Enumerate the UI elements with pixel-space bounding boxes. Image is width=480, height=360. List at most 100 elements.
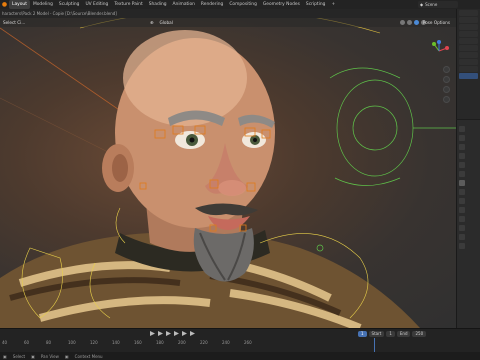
prev-keyframe-icon[interactable] [158,331,163,336]
particles-icon[interactable] [459,198,465,204]
outliner-row-selected[interactable] [459,73,478,79]
orientation-label: Global [159,20,173,25]
start-frame-field[interactable]: 1 [386,330,395,337]
properties-tabs [459,126,465,249]
jump-end-icon[interactable] [190,331,195,336]
outliner-row[interactable] [459,52,478,58]
play-reverse-icon[interactable] [166,331,171,336]
material-icon[interactable] [459,243,465,249]
blender-logo-icon[interactable]: ● [0,0,9,9]
ruler-tick: 220 [200,340,208,345]
data-icon[interactable] [459,225,465,231]
material-shading-icon[interactable] [414,20,419,25]
solid-shading-icon[interactable] [407,20,412,25]
outliner-row[interactable] [459,66,478,72]
mouse-left-icon: ▣ [3,353,7,359]
ruler-tick: 180 [156,340,164,345]
outliner-row[interactable] [459,10,478,16]
select-mode-dropdown[interactable]: Select Ci... [0,20,28,25]
tab-uv-editing[interactable]: UV Editing [82,0,111,9]
outliner-panel[interactable] [456,9,480,119]
outliner-row[interactable] [459,59,478,65]
view-layer-icon[interactable] [459,153,465,159]
mouse-right-icon: ▣ [64,353,69,359]
tab-modeling[interactable]: Modeling [30,0,56,9]
ruler-tick: 60 [24,340,30,345]
bone-icon[interactable] [459,234,465,240]
tab-shading[interactable]: Shading [146,0,170,9]
current-frame-field[interactable]: 1 [358,330,367,337]
play-icon[interactable] [174,331,179,336]
object-icon[interactable] [459,180,465,186]
physics-icon[interactable] [459,207,465,213]
status-pan: Pan View [40,353,59,359]
outliner-row[interactable] [459,38,478,44]
playhead[interactable] [374,338,375,353]
controller-curves [316,67,456,252]
add-workspace-button[interactable]: + [328,0,338,9]
3d-viewport[interactable]: Select Ci... ⊕ Global Pose Options [0,18,456,328]
scene-props-icon[interactable] [459,162,465,168]
next-keyframe-icon[interactable] [182,331,187,336]
playback-controls [150,331,195,336]
outliner-row[interactable] [459,17,478,23]
modifier-wrench-icon[interactable] [459,189,465,195]
tab-rendering[interactable]: Rendering [198,0,226,9]
end-frame-field[interactable]: 250 [412,330,427,337]
status-bar: ▣ Select ▣ Pan View ▣ Context Menu [0,352,480,360]
jump-start-icon[interactable] [150,331,155,336]
tab-texture-paint[interactable]: Texture Paint [111,0,145,9]
tab-sculpting[interactable]: Sculpting [56,0,83,9]
tab-compositing[interactable]: Compositing [226,0,260,9]
mouse-middle-icon: ▣ [31,353,35,359]
scene-selector[interactable]: ◆ Scene [418,1,458,8]
outliner-row[interactable] [459,24,478,30]
tab-geometry-nodes[interactable]: Geometry Nodes [260,0,303,9]
timeline-controls: 1 Start 1 End 250 [0,329,480,338]
orientation-icon: ⊕ [150,20,154,25]
ruler-tick: 40 [2,340,8,345]
ruler-tick: 200 [178,340,186,345]
ruler-tick: 260 [244,340,252,345]
outliner-row[interactable] [459,31,478,37]
output-icon[interactable] [459,144,465,150]
camera-view-icon[interactable] [443,86,450,93]
tab-animation[interactable]: Animation [170,0,198,9]
navigation-gizmo[interactable] [428,40,450,62]
zoom-icon[interactable] [443,66,450,73]
file-title: haracters\Pack 2 Model - Copie [D:\Sourc… [2,11,117,16]
y-axis-icon [432,42,436,46]
tool-icon[interactable] [459,126,465,132]
ruler-tick: 80 [46,340,52,345]
ruler-tick: 100 [68,340,76,345]
status-context: Context Menu [74,353,103,359]
timeline-ruler[interactable]: 40 60 80 100 120 140 160 180 200 220 240… [0,340,480,348]
ruler-tick: 160 [134,340,142,345]
transform-orientation[interactable]: ⊕ Global [150,20,173,25]
timeline-editor[interactable]: 1 Start 1 End 250 40 60 80 100 120 140 1… [0,328,480,353]
render-icon[interactable] [459,135,465,141]
properties-panel[interactable] [456,120,480,328]
viewport-scene [0,18,456,328]
viewport-nav-buttons [443,66,450,103]
frame-fields: 1 Start 1 End 250 [358,330,427,337]
wireframe-shading-icon[interactable] [400,20,405,25]
ruler-tick: 120 [90,340,98,345]
constraints-icon[interactable] [459,216,465,222]
ruler-tick: 240 [222,340,230,345]
perspective-grid-icon[interactable] [443,96,450,103]
outliner-row[interactable] [459,45,478,51]
workspace-tabs: Layout Modeling Sculpting UV Editing Tex… [9,0,338,9]
pan-hand-icon[interactable] [443,76,450,83]
tab-scripting[interactable]: Scripting [303,0,329,9]
pose-options-dropdown[interactable]: Pose Options [423,20,450,25]
tab-layout[interactable]: Layout [9,0,30,9]
viewport-header: Select Ci... ⊕ Global Pose Options [0,18,456,27]
status-select: Select [12,353,26,359]
scene-label: Scene [425,2,438,7]
file-title-bar: haracters\Pack 2 Model - Copie [D:\Sourc… [0,9,456,18]
world-icon[interactable] [459,171,465,177]
scene-icon: ◆ [420,2,424,7]
x-axis-icon [445,46,449,50]
end-label: End [396,330,411,337]
